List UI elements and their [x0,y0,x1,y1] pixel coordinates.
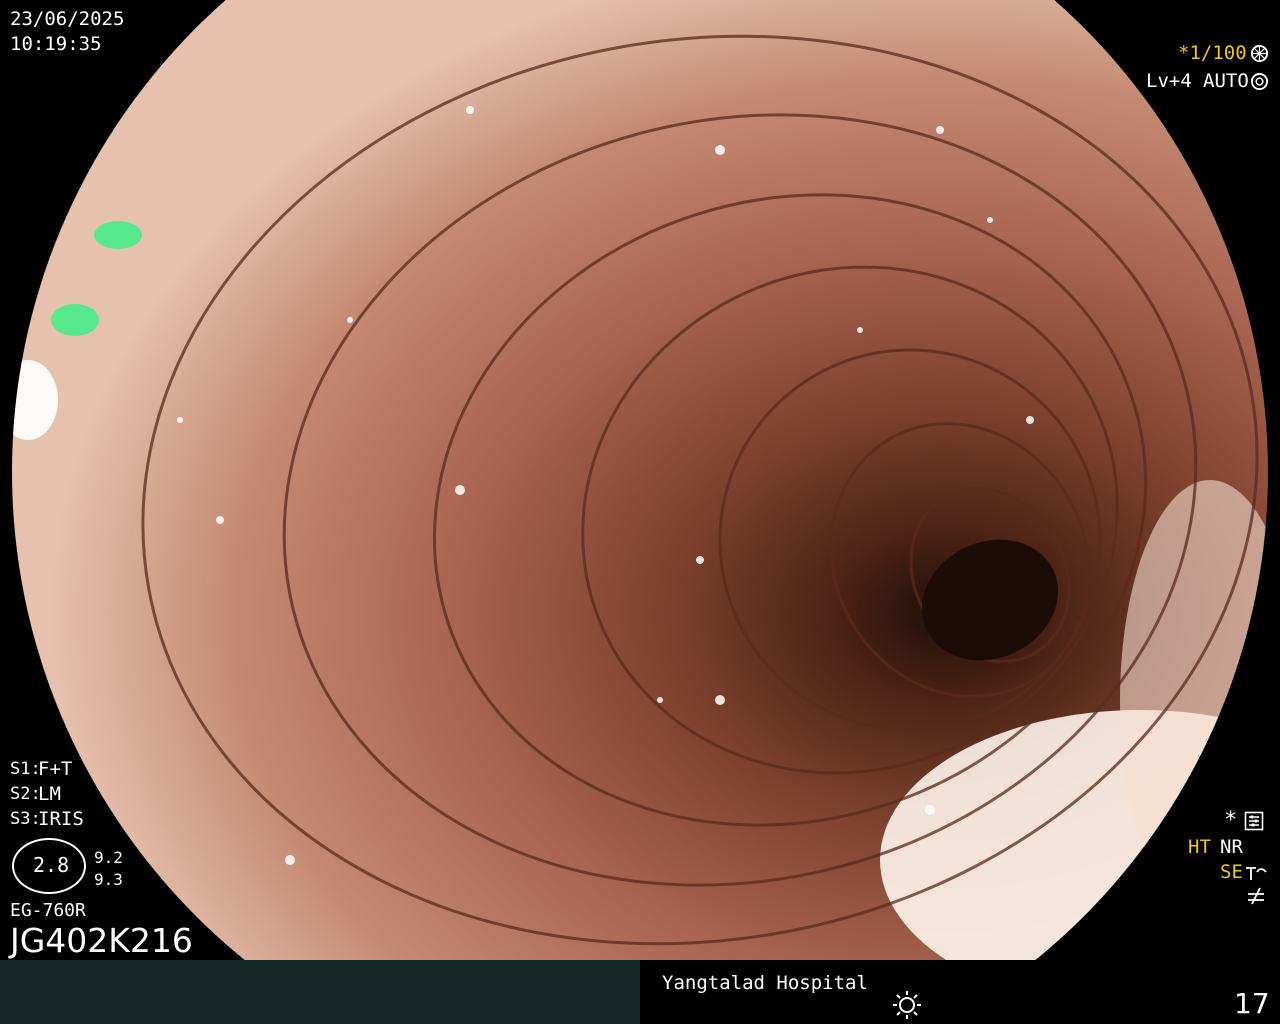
shutter-icon [1250,44,1269,63]
ht-text: HT [1188,836,1211,858]
footer-left-panel [0,960,640,1024]
patient-id-text: JG402K216 [10,921,193,960]
time-text: 10:19:35 [10,33,102,55]
color-enhance-icon [1248,887,1264,905]
brightness-icon [893,991,921,1019]
s2-value: LM [38,783,61,805]
structure-enhance-icon [1246,867,1267,880]
zoom-value: 2.8 [33,853,70,877]
s3-key: S3: [10,809,41,829]
se-text: SE [1220,861,1243,883]
shutter-speed-text: *1/100 [1178,42,1247,64]
s3-value: IRIS [38,808,84,830]
nr-text: NR [1220,836,1243,858]
s2-key: S2: [10,784,41,804]
iris-mode-text: AUTO [1203,70,1249,92]
iris-icon [1250,72,1269,91]
endoscopy-image [0,0,1280,960]
footer-bar: Yangtalad Hospital 17 [0,960,1280,1024]
image-number: 17 [1234,987,1270,1020]
star-text: * [1224,808,1238,833]
light-level-text: Lv+4 [1146,70,1192,92]
date-text: 23/06/2025 [10,8,125,30]
zoom-side-value-1: 9.2 [94,848,123,867]
settings-icon [1244,811,1264,831]
footer-right-panel: Yangtalad Hospital 17 [640,960,1280,1024]
zoom-side-value-2: 9.3 [94,870,123,889]
s1-key: S1: [10,759,41,779]
hospital-name: Yangtalad Hospital [662,972,868,994]
scope-model-text: EG-760R [10,900,86,921]
s1-value: F+T [38,758,73,780]
